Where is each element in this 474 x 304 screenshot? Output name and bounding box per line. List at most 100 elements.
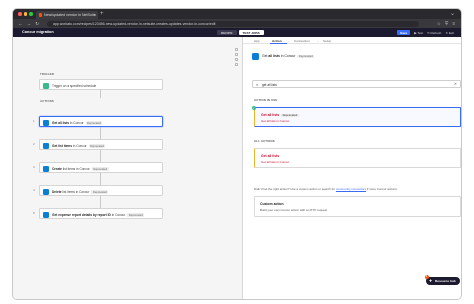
browser-tab-strip: New/updated vendor in NetSuite × + ⌄ xyxy=(13,9,461,19)
step-connector xyxy=(100,90,101,98)
zoom-out-icon[interactable] xyxy=(235,53,238,56)
concur-app-icon xyxy=(43,119,49,126)
step-number: 1 xyxy=(33,119,35,123)
action-step-4[interactable]: Delete list items in Concur Deprecated xyxy=(39,185,163,196)
selected-action-header: Get all lists in Concur Deprecated xyxy=(252,51,452,61)
reload-icon[interactable]: ↻ xyxy=(35,21,39,27)
trigger-step-text: Trigger on a specified schedule xyxy=(52,83,97,88)
tab-list-icon[interactable]: ⌄ xyxy=(450,10,455,17)
step-editor-panel: App → Action → Connection → Setup Get al… xyxy=(243,37,461,299)
toggle-recipe[interactable]: RECIPE xyxy=(217,30,237,35)
action-step-5[interactable]: Get expense report details by report ID … xyxy=(39,208,163,219)
step-text: Get expense report details by report ID … xyxy=(52,212,145,217)
action-search-input[interactable] xyxy=(262,82,442,87)
step-connector xyxy=(100,150,101,162)
selected-action-title: Get all lists in Concur Deprecated xyxy=(262,54,315,59)
action-search: ⌕ ✕ xyxy=(252,80,461,88)
step-connector xyxy=(100,127,101,139)
close-tab-icon[interactable]: × xyxy=(94,13,96,17)
search-icon: ⌕ xyxy=(256,82,259,87)
action-option-desc: Get all lists in Concur xyxy=(261,159,290,164)
browser-tab[interactable]: New/updated vendor in NetSuite × xyxy=(36,11,98,19)
custom-action-title: Custom action xyxy=(260,202,284,206)
tab-app[interactable]: App xyxy=(254,39,260,43)
step-number: 2 xyxy=(33,142,35,146)
action-step-3[interactable]: Create list items in Concur Deprecated xyxy=(39,162,163,173)
minimize-window-button[interactable] xyxy=(23,12,27,16)
save-button[interactable]: Save xyxy=(397,30,411,35)
custom-action-desc: Build your own Concur action with a HTTP… xyxy=(260,207,328,212)
active-tab-indicator xyxy=(270,43,287,44)
concur-app-icon xyxy=(43,211,49,218)
concur-app-icon xyxy=(43,165,49,172)
browser-nav: ← → ↻ xyxy=(18,21,39,27)
deprecated-badge: Deprecated xyxy=(91,190,109,194)
check-icon: ✓ xyxy=(251,105,256,110)
trigger-step[interactable]: Trigger on a specified schedule xyxy=(39,79,163,90)
refresh-button[interactable]: ↻ Refresh xyxy=(427,31,441,35)
deprecated-badge: Deprecated xyxy=(297,54,315,59)
view-toggle: RECIPE TEST JOBS xyxy=(217,30,264,35)
tab-separator: → xyxy=(316,38,320,43)
tab-separator: → xyxy=(287,38,291,43)
editor-tabs: App → Action → Connection → Setup xyxy=(243,37,461,44)
notification-badge: 3 xyxy=(424,274,429,279)
deprecated-badge: Deprecated xyxy=(127,213,145,217)
step-connector xyxy=(100,196,101,208)
test-button[interactable]: ▶ Test xyxy=(414,31,423,35)
browser-actions: ☆ ⛨ ≡ xyxy=(437,21,455,27)
community-connectors-link[interactable]: community connectors xyxy=(336,187,366,191)
recipe-title: Concur migration xyxy=(22,30,54,35)
exit-button[interactable]: ✕ Exit xyxy=(445,31,454,35)
header-actions: Save ▶ Test ↻ Refresh ✕ Exit xyxy=(397,30,454,35)
menu-icon[interactable]: ≡ xyxy=(452,21,455,27)
deprecated-badge: Deprecated xyxy=(85,121,103,125)
step-connector xyxy=(100,173,101,185)
deprecated-badge: Deprecated xyxy=(281,113,299,118)
action-in-use-label: ACTION IN USE xyxy=(254,98,278,102)
tab-connection[interactable]: Connection xyxy=(294,39,310,43)
all-actions-label: ALL ACTIONS xyxy=(254,139,275,143)
action-step-1[interactable]: Get all lists in Concur Deprecated xyxy=(39,116,163,127)
favicon-icon xyxy=(38,13,42,17)
actions-section-label: ACTIONS xyxy=(40,99,54,103)
action-option-in-use[interactable]: ✓ Get all lists Deprecated Get all lists … xyxy=(251,105,461,127)
new-tab-icon[interactable]: + xyxy=(100,11,104,17)
recipe-canvas: TRIGGER Trigger on a specified schedule … xyxy=(13,37,242,299)
concur-app-icon xyxy=(252,52,259,60)
lifebuoy-icon: ✚ xyxy=(429,278,433,283)
concur-app-icon xyxy=(43,188,49,195)
step-text: Create list items in Concur Deprecated xyxy=(52,166,109,171)
back-icon[interactable]: ← xyxy=(18,21,23,27)
shield-icon[interactable]: ⛨ xyxy=(445,21,448,27)
action-option-title: Get all lists xyxy=(261,154,280,158)
canvas-settings-icon[interactable] xyxy=(235,63,238,66)
bookmark-star-icon[interactable]: ☆ xyxy=(437,21,441,27)
deprecated-badge: Deprecated xyxy=(88,144,106,148)
url-bar[interactable]: app.workato.com/recipes/123456-new-updat… xyxy=(47,20,419,27)
step-number: 5 xyxy=(33,211,35,215)
action-option[interactable]: Get all lists Get all lists in Concur xyxy=(254,148,461,168)
step-number: 4 xyxy=(33,188,35,192)
step-text: Get all lists in Concur Deprecated xyxy=(52,120,103,125)
action-step-2[interactable]: Get list items in Concur Deprecated xyxy=(39,139,163,150)
custom-action-hint: Didn't find the right action? Use a cust… xyxy=(254,187,398,191)
zoom-in-icon[interactable] xyxy=(235,48,238,51)
clear-icon[interactable]: ✕ xyxy=(454,82,457,86)
action-option-title: Get all lists Deprecated xyxy=(261,113,299,118)
close-window-button[interactable] xyxy=(18,12,22,16)
window-controls xyxy=(18,12,33,16)
maximize-window-button[interactable] xyxy=(29,12,33,16)
browser-toolbar: ← → ↻ app.workato.com/recipes/123456-new… xyxy=(13,19,461,28)
concur-app-icon xyxy=(43,142,49,149)
step-number: 3 xyxy=(33,165,35,169)
custom-action-option[interactable]: Custom action Build your own Concur acti… xyxy=(254,196,461,217)
action-option-desc: Get all lists in Concur xyxy=(261,118,290,123)
forward-icon[interactable]: → xyxy=(27,21,32,27)
fit-view-icon[interactable] xyxy=(235,58,238,61)
trigger-section-label: TRIGGER xyxy=(40,72,55,76)
tab-setup[interactable]: Setup xyxy=(323,39,331,43)
resource-hub-button[interactable]: 3 ✚ Resource hub xyxy=(424,274,460,285)
toggle-test-jobs[interactable]: TEST JOBS xyxy=(238,30,264,35)
deprecated-badge: Deprecated xyxy=(91,167,109,171)
